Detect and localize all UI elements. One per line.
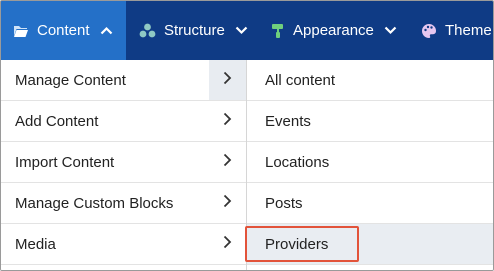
submenu-item-locations[interactable]: Locations [247,142,493,183]
submenu-item-label: Locations [265,153,330,171]
chevron-right-icon [223,71,232,89]
chevron-right-icon [223,194,232,212]
expand-import-content-button[interactable] [209,142,246,183]
expand-add-content-button[interactable] [209,101,246,142]
manage-content-submenu: All content Events Locations Posts Provi… [247,60,493,270]
submenu-toggle-column [209,60,247,270]
expand-manage-custom-blocks-button[interactable] [209,183,246,224]
expand-media-button[interactable] [209,224,246,265]
nav-appearance[interactable]: Appearance [261,1,411,60]
admin-menu-window: Content Structure Appearance Theme Manag… [0,0,494,271]
palette-icon [421,23,437,39]
submenu-item-label: Posts [265,194,303,212]
menu-item-media[interactable]: Media [1,224,209,265]
nav-theme-label: Theme [445,22,492,39]
submenu-item-label: All content [265,71,336,89]
menu-item-label: Manage Custom Blocks [15,194,174,212]
menu-item-import-content[interactable]: Import Content [1,142,209,183]
admin-toolbar: Content Structure Appearance Theme [1,1,493,60]
nav-content[interactable]: Content [1,1,126,60]
submenu-item-label: Events [265,112,311,130]
submenu-item-label: Providers [265,235,329,253]
nav-theme[interactable]: Theme [411,1,493,60]
chevron-right-icon [223,235,232,253]
submenu-item-providers[interactable]: Providers [247,224,493,265]
nav-structure-label: Structure [164,22,225,39]
menu-item-label: Manage Content [15,71,126,89]
chevron-right-icon [223,112,232,130]
menu-item-manage-custom-blocks[interactable]: Manage Custom Blocks [1,183,209,224]
chevron-right-icon [223,153,232,171]
chevron-up-icon [100,26,113,35]
nav-content-label: Content [37,22,90,39]
content-menu: Manage Content Add Content Import Conten… [1,60,209,270]
expand-manage-content-button[interactable] [209,60,246,101]
chevron-down-icon [384,26,397,35]
structure-icon [139,23,156,38]
menu-item-add-content[interactable]: Add Content [1,101,209,142]
folder-icon [13,24,29,38]
menu-item-label: Media [15,235,56,253]
menu-item-label: Import Content [15,153,115,171]
submenu-item-events[interactable]: Events [247,101,493,142]
nav-structure[interactable]: Structure [126,1,261,60]
submenu-item-posts[interactable]: Posts [247,183,493,224]
menu-item-label: Add Content [15,112,99,130]
chevron-down-icon [235,26,248,35]
paint-roller-icon [271,23,285,39]
submenu-item-all-content[interactable]: All content [247,60,493,101]
menu-item-manage-content[interactable]: Manage Content [1,60,209,101]
nav-appearance-label: Appearance [293,22,374,39]
